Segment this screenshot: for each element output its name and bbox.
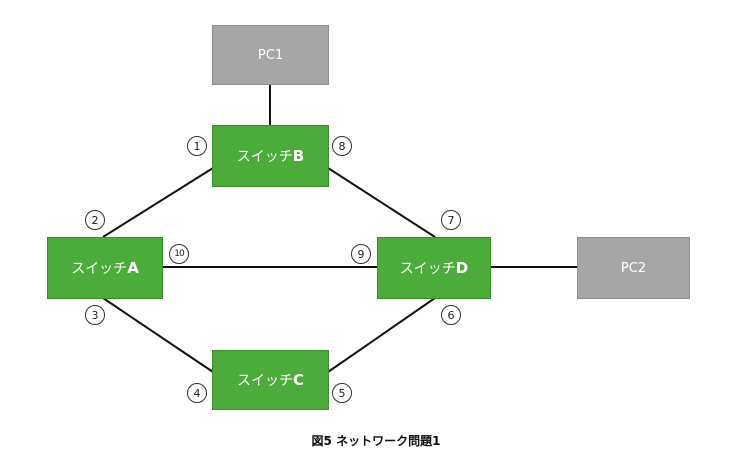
connection-lines (102, 85, 578, 373)
switch-a-node: スイッチ A (47, 237, 163, 299)
figure-caption: 図5 ネットワーク問題1 (311, 434, 441, 448)
port-10: 10 (169, 244, 189, 264)
switch-b-prefix: スイッチ (236, 149, 293, 165)
network-diagram: PC1 PC2 スイッチ B スイッチ A スイッチ D スイッチ C 1 2 3 4 … (0, 0, 752, 462)
link-switch-b-switch-d (327, 167, 436, 238)
port-3: 3 (85, 305, 105, 325)
pc2-node: PC2 (577, 237, 690, 299)
switch-d-prefix: スイッチ (399, 261, 456, 277)
switch-d-node: スイッチ D (377, 237, 491, 299)
switch-c-letter: C (292, 371, 304, 389)
port-5: 5 (332, 383, 352, 403)
link-switch-a-switch-c (102, 297, 214, 373)
switch-b-letter: B (292, 147, 305, 165)
pc1-label: PC1 (257, 47, 284, 63)
switch-b-node: スイッチ B (212, 125, 329, 187)
switch-c-prefix: スイッチ (236, 373, 293, 389)
port-8: 8 (332, 136, 352, 156)
port-7: 7 (441, 210, 461, 230)
port-4: 4 (187, 383, 207, 403)
link-switch-c-switch-d (327, 297, 436, 373)
link-switch-b-switch-a (102, 167, 214, 238)
port-9: 9 (351, 244, 371, 264)
port-6: 6 (441, 305, 461, 325)
pc1-node: PC1 (212, 25, 329, 85)
switch-d-letter: D (455, 259, 469, 277)
switch-a-prefix: スイッチ (71, 261, 128, 277)
pc2-label: PC2 (620, 260, 647, 276)
port-1: 1 (187, 136, 207, 156)
switch-a-letter: A (127, 259, 139, 277)
switch-c-node: スイッチ C (212, 350, 329, 410)
port-2: 2 (85, 210, 105, 230)
